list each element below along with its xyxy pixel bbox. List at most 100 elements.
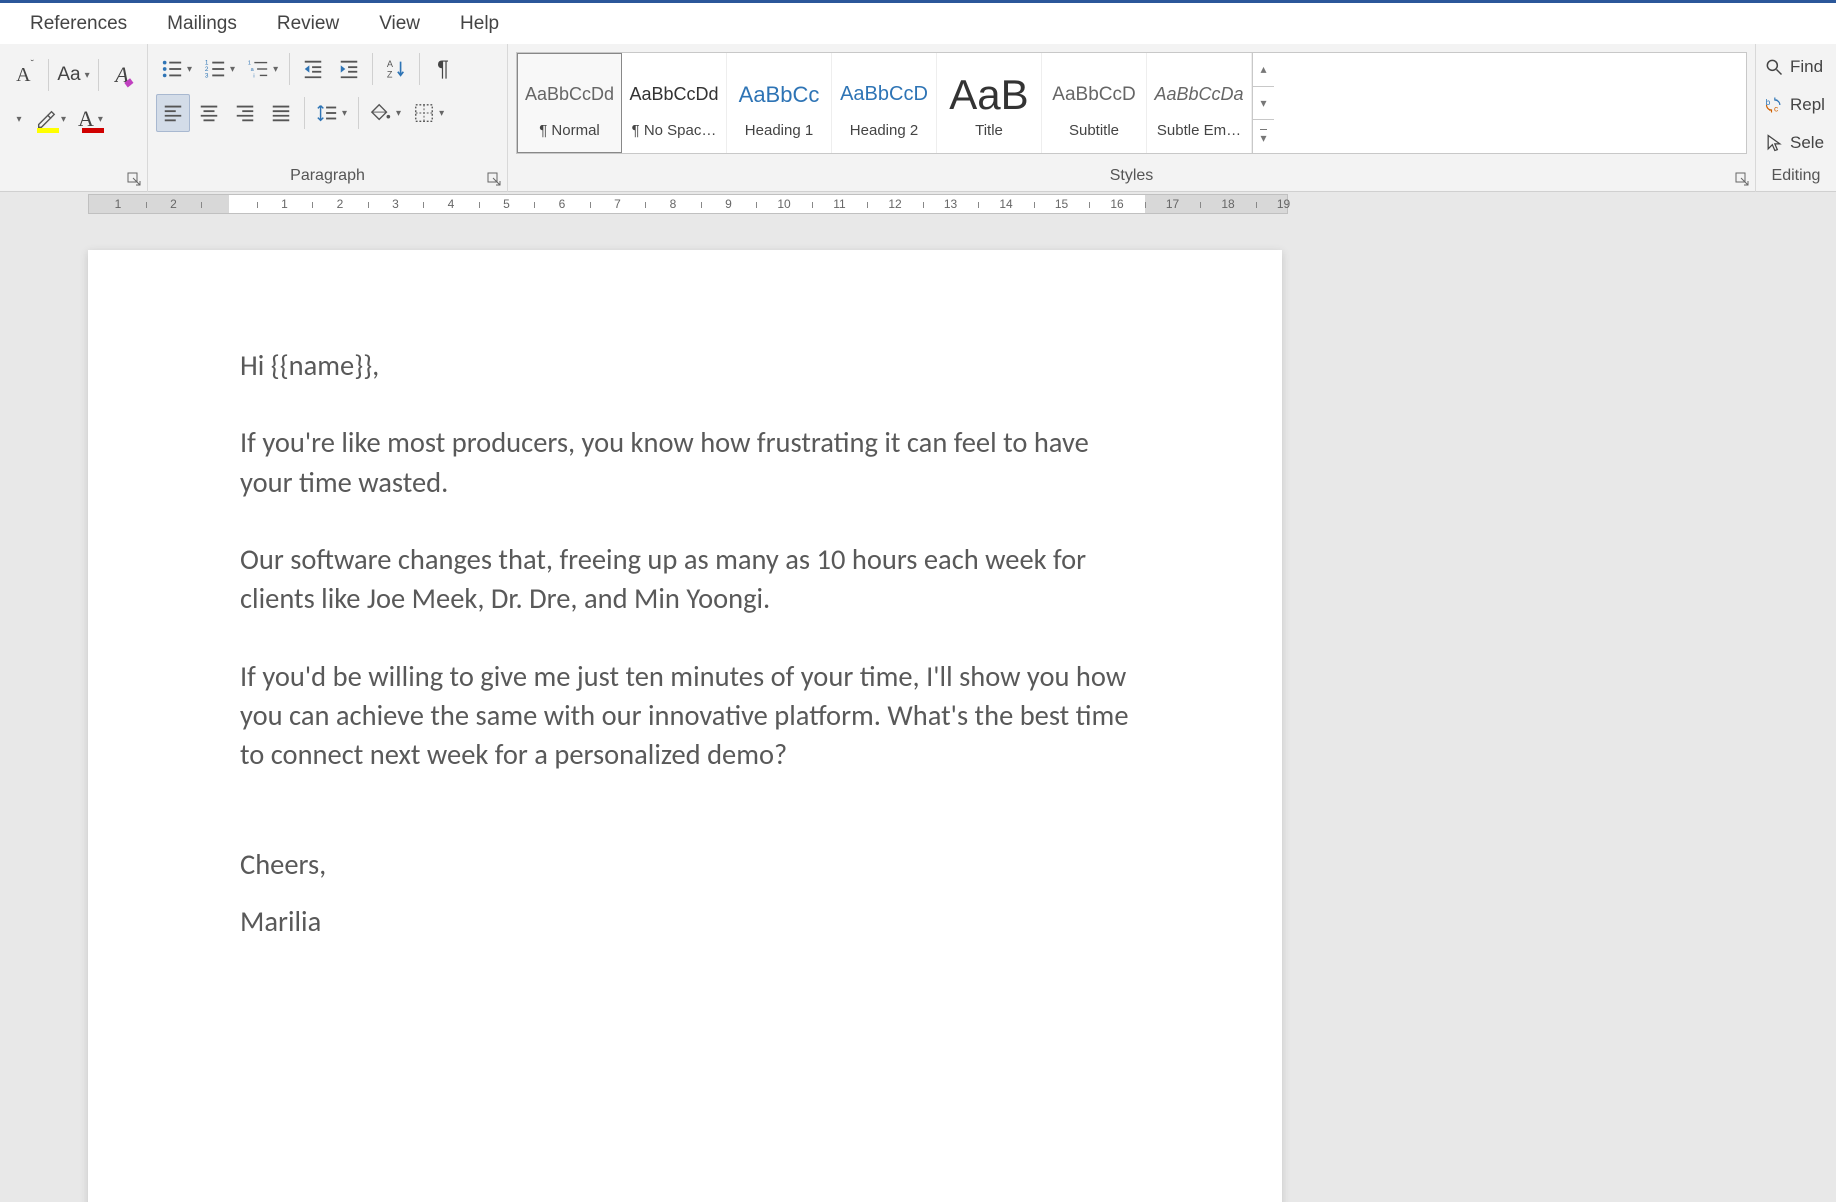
borders-button[interactable]: ▾ bbox=[408, 94, 449, 132]
style-preview: AaBbCcDd bbox=[624, 68, 724, 122]
style-preview: AaBbCc bbox=[729, 68, 829, 122]
style-label: ¶ Normal bbox=[539, 122, 600, 139]
document-area: Hi {{name}}, If you're like most produce… bbox=[0, 216, 1836, 1202]
styles-expand[interactable]: ▾ bbox=[1253, 120, 1274, 153]
editing-group-label: Editing bbox=[1756, 166, 1836, 192]
svg-text:1: 1 bbox=[248, 60, 251, 66]
style-label: Title bbox=[975, 122, 1003, 139]
chevron-down-icon: ▾ bbox=[98, 114, 103, 125]
replace-button[interactable]: bc Repl bbox=[1764, 90, 1832, 120]
font-group: A˘ Aa ▾ A◆ ▾ ▾ A ▾ bbox=[0, 44, 148, 192]
styles-scroll-up[interactable]: ▴ bbox=[1253, 53, 1274, 87]
increase-indent-button[interactable] bbox=[332, 50, 366, 88]
chevron-down-icon: ▾ bbox=[439, 108, 444, 119]
numbering-button[interactable]: 123 ▾ bbox=[199, 50, 240, 88]
style-tile[interactable]: AaBbCcDd¶ Normal bbox=[517, 53, 622, 153]
change-case-icon: Aa bbox=[57, 64, 80, 86]
separator bbox=[419, 53, 420, 85]
style-preview: AaBbCcDd bbox=[520, 68, 619, 122]
style-tile[interactable]: AaBTitle bbox=[937, 53, 1042, 153]
doc-paragraph[interactable]: If you'd be willing to give me just ten … bbox=[240, 657, 1132, 775]
tab-help[interactable]: Help bbox=[440, 2, 519, 46]
style-tile[interactable]: AaBbCcHeading 1 bbox=[727, 53, 832, 153]
style-label: ¶ No Spac… bbox=[632, 122, 717, 139]
align-center-icon bbox=[198, 102, 220, 124]
svg-text:a: a bbox=[251, 67, 255, 73]
paragraph-group: ▾ 123 ▾ 1ai ▾ AZ bbox=[148, 44, 508, 192]
doc-paragraph[interactable]: Hi {{name}}, bbox=[240, 346, 1132, 385]
style-label: Subtitle bbox=[1069, 122, 1119, 139]
align-center-button[interactable] bbox=[192, 94, 226, 132]
align-left-button[interactable] bbox=[156, 94, 190, 132]
select-label: Sele bbox=[1790, 133, 1824, 153]
line-spacing-button[interactable]: ▾ bbox=[311, 94, 352, 132]
document-page[interactable]: Hi {{name}}, If you're like most produce… bbox=[88, 250, 1282, 1202]
font-color-button[interactable]: A ▾ bbox=[73, 100, 108, 138]
find-label: Find bbox=[1790, 57, 1823, 77]
svg-text:A: A bbox=[387, 59, 394, 69]
justify-button[interactable] bbox=[264, 94, 298, 132]
clear-formatting-button[interactable]: A◆ bbox=[105, 56, 139, 94]
align-left-icon bbox=[162, 102, 184, 124]
sort-button[interactable]: AZ bbox=[379, 50, 413, 88]
bullets-icon bbox=[161, 58, 183, 80]
bullets-button[interactable]: ▾ bbox=[156, 50, 197, 88]
font-dialog-launcher[interactable] bbox=[127, 172, 143, 188]
chevron-down-icon: ▾ bbox=[16, 114, 21, 125]
more-font-button[interactable]: ▾ bbox=[8, 100, 28, 138]
svg-text:i: i bbox=[253, 73, 254, 79]
superscript-button[interactable]: A˘ bbox=[8, 56, 42, 94]
clear-formatting-icon: A◆ bbox=[115, 62, 128, 88]
superscript-icon: A˘ bbox=[16, 64, 34, 87]
paragraph-group-label: Paragraph bbox=[148, 166, 507, 192]
styles-scroll: ▴ ▾ ▾ bbox=[1252, 53, 1274, 153]
decrease-indent-icon bbox=[302, 58, 324, 80]
shading-button[interactable]: ▾ bbox=[365, 94, 406, 132]
doc-paragraph[interactable]: Cheers, bbox=[240, 845, 1132, 884]
chevron-down-icon: ▾ bbox=[85, 70, 90, 81]
horizontal-ruler[interactable]: 2112345678910111213141516171819 bbox=[88, 194, 1288, 214]
style-tile[interactable]: AaBbCcDSubtitle bbox=[1042, 53, 1147, 153]
style-tile[interactable]: AaBbCcDHeading 2 bbox=[832, 53, 937, 153]
align-right-button[interactable] bbox=[228, 94, 262, 132]
tab-view[interactable]: View bbox=[359, 2, 440, 46]
separator bbox=[304, 97, 305, 129]
doc-paragraph[interactable]: If you're like most producers, you know … bbox=[240, 423, 1132, 502]
style-tile[interactable]: AaBbCcDaSubtle Em… bbox=[1147, 53, 1252, 153]
separator bbox=[372, 53, 373, 85]
decrease-indent-button[interactable] bbox=[296, 50, 330, 88]
line-spacing-icon bbox=[316, 102, 338, 124]
text-highlight-button[interactable]: ▾ bbox=[30, 100, 71, 138]
multilevel-list-button[interactable]: 1ai ▾ bbox=[242, 50, 283, 88]
doc-paragraph[interactable]: Our software changes that, freeing up as… bbox=[240, 540, 1132, 619]
tab-references[interactable]: References bbox=[10, 2, 147, 46]
style-label: Subtle Em… bbox=[1157, 122, 1241, 139]
styles-group: AaBbCcDd¶ NormalAaBbCcDd¶ No Spac…AaBbCc… bbox=[508, 44, 1756, 192]
styles-dialog-launcher[interactable] bbox=[1735, 172, 1751, 188]
ruler-area: 2112345678910111213141516171819 bbox=[0, 192, 1836, 216]
chevron-down-icon: ▾ bbox=[273, 64, 278, 75]
replace-label: Repl bbox=[1790, 95, 1825, 115]
style-preview: AaBbCcD bbox=[1044, 68, 1144, 122]
paragraph-dialog-launcher[interactable] bbox=[487, 172, 503, 188]
separator bbox=[289, 53, 290, 85]
show-paragraph-marks-button[interactable]: ¶ bbox=[426, 50, 460, 88]
tab-review[interactable]: Review bbox=[257, 2, 359, 46]
style-tile[interactable]: AaBbCcDd¶ No Spac… bbox=[622, 53, 727, 153]
separator bbox=[358, 97, 359, 129]
style-preview: AaBbCcD bbox=[834, 68, 934, 122]
find-button[interactable]: Find bbox=[1764, 52, 1832, 82]
doc-paragraph[interactable]: Marilia bbox=[240, 902, 1132, 941]
replace-icon: bc bbox=[1764, 95, 1784, 115]
tab-mailings[interactable]: Mailings bbox=[147, 2, 257, 46]
svg-text:c: c bbox=[1774, 104, 1778, 114]
styles-scroll-down[interactable]: ▾ bbox=[1253, 87, 1274, 121]
borders-icon bbox=[413, 102, 435, 124]
sort-icon: AZ bbox=[385, 58, 407, 80]
change-case-button[interactable]: Aa ▾ bbox=[55, 56, 92, 94]
numbering-icon: 123 bbox=[204, 58, 226, 80]
editing-group: Find bc Repl Sele Editing bbox=[1756, 44, 1836, 192]
chevron-down-icon: ▾ bbox=[342, 108, 347, 119]
increase-indent-icon bbox=[338, 58, 360, 80]
select-button[interactable]: Sele bbox=[1764, 128, 1832, 158]
